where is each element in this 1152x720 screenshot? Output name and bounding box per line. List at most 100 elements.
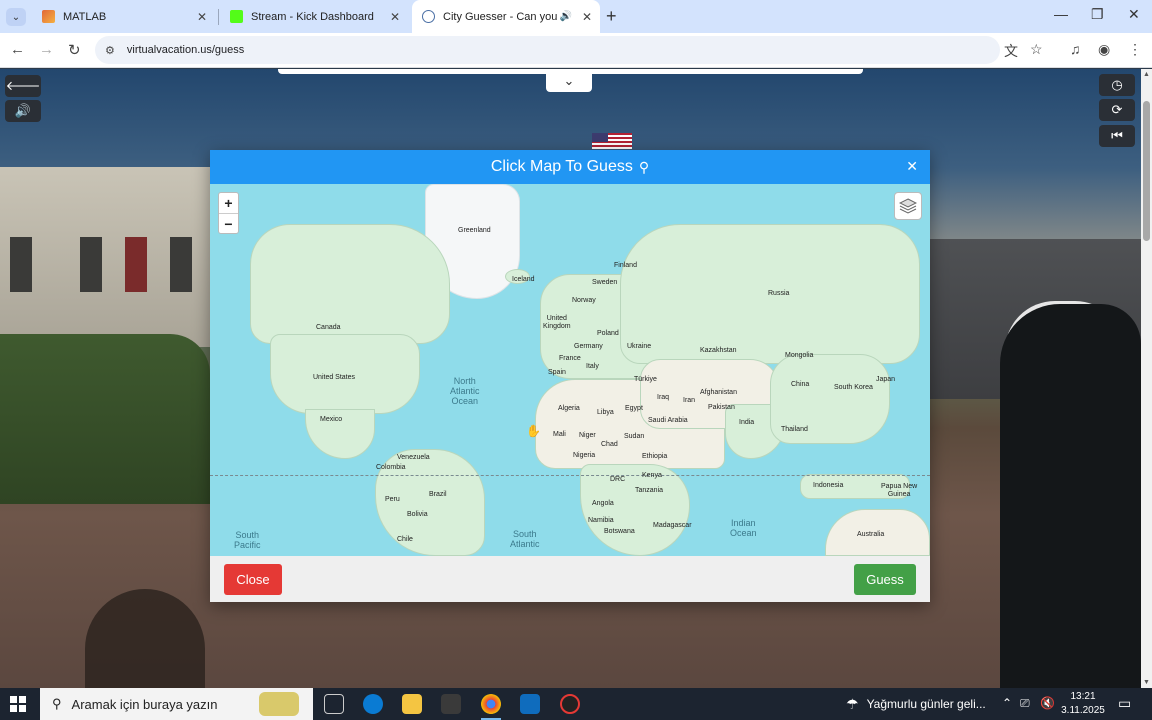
map-label: United Kingdom	[543, 315, 571, 330]
reload-icon[interactable]: ↻	[68, 41, 81, 59]
map-label: Canada	[316, 324, 341, 331]
close-button[interactable]: Close	[224, 564, 282, 595]
map-label: Egypt	[625, 405, 643, 412]
scroll-down-icon[interactable]: ▼	[1143, 679, 1150, 686]
scroll-up-icon[interactable]: ▲	[1143, 71, 1150, 78]
outlook-icon[interactable]	[520, 694, 540, 714]
chevron-down-icon[interactable]: ⌄	[546, 69, 592, 92]
tab-title: City Guesser - Can you gue	[443, 10, 561, 23]
map-label: Tanzania	[635, 487, 664, 494]
edge-icon[interactable]	[363, 694, 383, 714]
weather-widget[interactable]: ☂ Yağmurlu günler geli...	[846, 688, 986, 720]
page-scrollbar[interactable]: ▲ ▼	[1141, 69, 1152, 688]
restart-button[interactable]: ⏮	[1099, 125, 1135, 147]
address-bar[interactable]: ⚙ virtualvacation.us/guess	[95, 36, 1000, 64]
search-icon: ⚲	[52, 696, 62, 711]
minimize-icon[interactable]: —	[1054, 6, 1068, 22]
map-label: Nigeria	[573, 452, 596, 459]
system-clock[interactable]: 13:21 3.11.2025	[1060, 690, 1106, 718]
tab-search-button[interactable]: ⌄	[6, 8, 26, 26]
modal-footer: Close Guess	[210, 556, 930, 602]
app-icon[interactable]	[560, 694, 580, 714]
profile-icon[interactable]: ◉	[1098, 41, 1110, 58]
map-label: Niger	[579, 432, 596, 439]
chevron-up-icon[interactable]: ⌃	[1002, 696, 1012, 710]
store-icon[interactable]	[441, 694, 461, 714]
scrollbar-thumb[interactable]	[1143, 101, 1150, 241]
forward-icon[interactable]: →	[39, 41, 54, 58]
map-label: Chad	[601, 441, 618, 448]
world-map[interactable]: Greenland Iceland Finland Sweden Norway …	[210, 184, 930, 556]
map-label: Kazakhstan	[700, 347, 737, 354]
map-label: France	[559, 355, 581, 362]
map-label: Greenland	[458, 227, 491, 234]
back-icon[interactable]: ←	[10, 41, 25, 58]
zoom-in-button[interactable]: +	[219, 193, 238, 213]
map-label: Sweden	[592, 279, 618, 286]
search-highlight-image	[259, 692, 299, 716]
map-label: Brazil	[429, 491, 447, 498]
file-explorer-icon[interactable]	[402, 694, 422, 714]
chrome-icon[interactable]	[481, 694, 501, 720]
matlab-icon	[42, 10, 55, 23]
media-control-icon[interactable]: ♫	[1070, 41, 1081, 57]
map-label: Chile	[397, 536, 413, 543]
close-tab-icon[interactable]: ✕	[197, 10, 207, 24]
volume-muted-icon[interactable]: 🔇	[1040, 696, 1055, 710]
tab-matlab[interactable]: MATLAB ✕	[32, 0, 215, 33]
tab-kick-dashboard[interactable]: Stream - Kick Dashboard ✕	[220, 0, 408, 33]
zoom-control: + −	[218, 192, 239, 234]
map-label: Libya	[597, 409, 614, 416]
rain-cloud-icon: ☂	[846, 695, 859, 712]
close-window-icon[interactable]: ✕	[1128, 6, 1140, 23]
restore-icon[interactable]: ❐	[1091, 6, 1104, 23]
notification-icon[interactable]: ▭	[1118, 695, 1131, 712]
speaker-icon[interactable]: 🔊	[560, 11, 572, 22]
taskbar-search[interactable]: ⚲ Aramak için buraya yazın	[40, 688, 313, 720]
close-icon[interactable]: ✕	[906, 158, 918, 175]
close-tab-icon[interactable]: ✕	[390, 10, 400, 24]
tab-title: Stream - Kick Dashboard	[251, 10, 374, 23]
guess-button[interactable]: Guess	[854, 564, 916, 595]
map-label: Mongolia	[785, 352, 814, 359]
map-label: Colombia	[376, 464, 406, 471]
back-arrow-button[interactable]: 🡐	[5, 75, 41, 97]
network-icon[interactable]: ⎚	[1020, 696, 1030, 711]
browser-toolbar: ← → ↻ ⚙ virtualvacation.us/guess 文 ☆ ♫ ◉…	[0, 33, 1152, 68]
tab-city-guesser[interactable]: City Guesser - Can you gue 🔊 ✕	[412, 0, 600, 33]
map-label: Iran	[683, 397, 696, 404]
taskbar: ⚲ Aramak için buraya yazın ☂ Yağmurlu gü…	[0, 688, 1152, 720]
task-view-icon[interactable]	[324, 694, 344, 714]
map-label: Sudan	[624, 433, 645, 440]
flag	[592, 133, 632, 149]
refresh-button[interactable]: ⟳	[1099, 99, 1135, 121]
bookmark-star-icon[interactable]: ☆	[1030, 41, 1043, 58]
map-label: Iraq	[657, 394, 670, 401]
ocean-label: South Atlantic	[510, 529, 540, 549]
windows-start-icon[interactable]	[10, 696, 26, 712]
tab-title: MATLAB	[63, 10, 107, 23]
menu-icon[interactable]: ⋮	[1128, 41, 1142, 58]
translate-icon[interactable]: 文	[1004, 41, 1018, 61]
landmass-canada	[250, 224, 450, 344]
clock-time: 13:21	[1070, 691, 1096, 702]
timer-button[interactable]: ◷	[1099, 74, 1135, 96]
new-tab-button[interactable]: +	[606, 6, 617, 27]
sound-button[interactable]: 🔊	[5, 100, 41, 122]
map-label: Thailand	[781, 426, 808, 433]
map-label: Kenya	[642, 472, 662, 479]
zoom-out-button[interactable]: −	[219, 213, 238, 233]
landmass-south-africa	[580, 464, 690, 556]
modal-title: Click Map To Guess	[490, 158, 633, 175]
map-label: Indonesia	[813, 482, 844, 489]
person	[1000, 304, 1141, 688]
close-tab-icon[interactable]: ✕	[582, 10, 592, 24]
site-info-icon[interactable]: ⚙	[105, 44, 115, 57]
layers-button[interactable]	[894, 192, 922, 220]
map-label: Ethiopia	[642, 453, 668, 460]
shadow	[85, 589, 205, 688]
modal-header: Click Map To Guess ⚲ ✕	[210, 150, 930, 184]
map-label: Papua New Guinea	[881, 483, 918, 498]
url-text: virtualvacation.us/guess	[126, 44, 245, 56]
map-label: Algeria	[558, 405, 580, 412]
